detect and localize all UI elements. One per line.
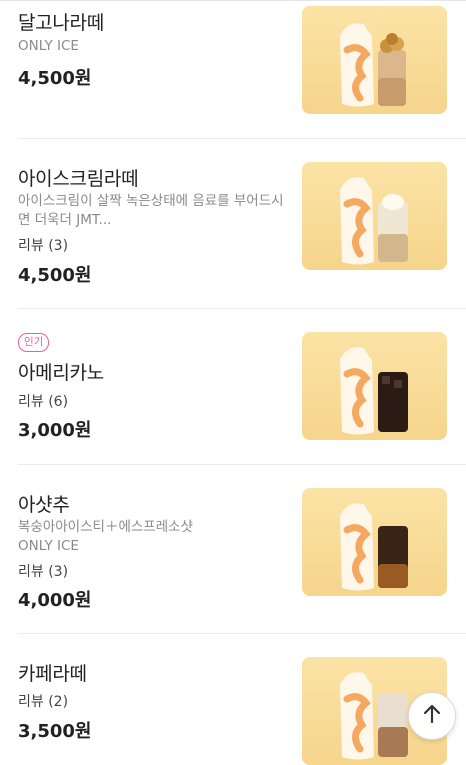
menu-item-name: 아이스크림라떼 bbox=[18, 168, 139, 190]
menu-item-price: 4,500원 bbox=[18, 265, 92, 286]
menu-item-ashotchu[interactable]: 아샷추 복숭아아이스티＋에스프레소샷 ONLY ICE 리뷰 (3) 4,000… bbox=[0, 465, 466, 633]
menu-item-name: 카페라떼 bbox=[18, 663, 87, 685]
menu-item-description: 아이스크림이 살짝 녹은상태에 음료를 부어드시면 더욱더 JMT... bbox=[18, 193, 284, 228]
menu-item-image bbox=[302, 162, 447, 270]
menu-item-review-count: 리뷰 (6) bbox=[18, 394, 69, 410]
menu-item-description: ONLY ICE bbox=[18, 38, 79, 54]
menu-item-description: 복숭아아이스티＋에스프레소샷 ONLY ICE bbox=[18, 519, 193, 554]
scroll-to-top-button[interactable] bbox=[408, 692, 456, 740]
menu-item-review-count: 리뷰 (2) bbox=[18, 694, 69, 710]
menu-item-price: 3,500원 bbox=[18, 721, 92, 742]
arrow-up-icon bbox=[421, 703, 443, 729]
popular-badge: 인기 bbox=[18, 333, 50, 352]
menu-item-name: 달고나라떼 bbox=[18, 12, 104, 34]
menu-item-price: 3,000원 bbox=[18, 420, 92, 441]
menu-item-name: 아메리카노 bbox=[18, 362, 104, 384]
menu-item-price: 4,500원 bbox=[18, 68, 92, 89]
menu-item-image bbox=[302, 6, 447, 114]
menu-item-price: 4,000원 bbox=[18, 590, 92, 611]
menu-item-image bbox=[302, 488, 447, 596]
menu-item-review-count: 리뷰 (3) bbox=[18, 238, 69, 254]
menu-item-image bbox=[302, 332, 447, 440]
menu-item-cafe-latte[interactable]: 카페라떼 리뷰 (2) 3,500원 bbox=[0, 634, 466, 765]
menu-item-icecream-latte[interactable]: 아이스크림라떼 아이스크림이 살짝 녹은상태에 음료를 부어드시면 더욱더 JM… bbox=[0, 139, 466, 308]
menu-item-review-count: 리뷰 (3) bbox=[18, 564, 69, 580]
menu-item-name: 아샷추 bbox=[18, 494, 70, 516]
menu-item-dalgona-latte[interactable]: 달고나라떼 ONLY ICE 4,500원 bbox=[0, 0, 466, 138]
menu-item-americano[interactable]: 인기 아메리카노 리뷰 (6) 3,000원 bbox=[0, 309, 466, 464]
